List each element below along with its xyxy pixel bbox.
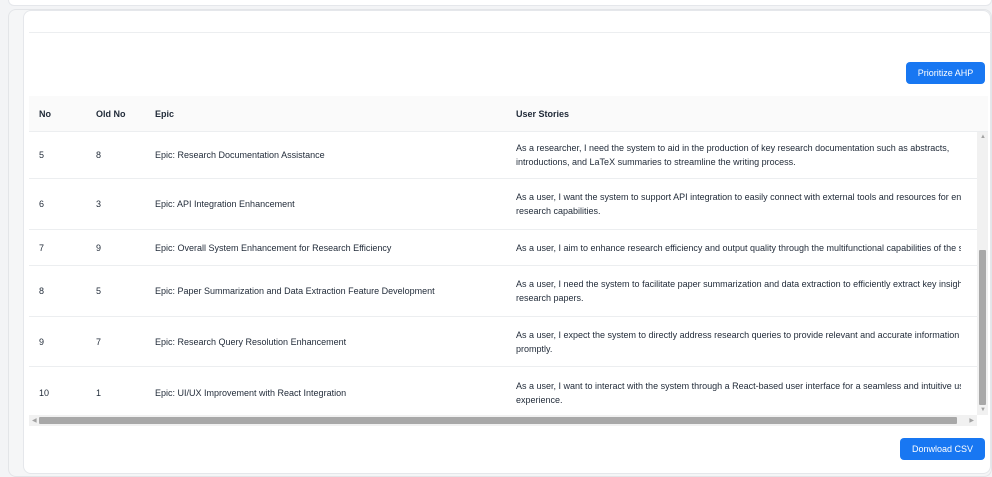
top-card xyxy=(8,0,992,6)
cell-old-no: 9 xyxy=(96,242,102,253)
header-no[interactable]: No xyxy=(39,96,89,132)
vertical-scroll-thumb[interactable] xyxy=(979,250,986,405)
caret-up-icon[interactable]: ▲ xyxy=(980,134,986,140)
user-stories-table: No Old No Epic User Stories 5 8 Epic: Re… xyxy=(29,96,988,428)
cell-old-no: 3 xyxy=(96,199,102,209)
cell-epic: Epic: UI/UX Improvement with React Integ… xyxy=(155,387,347,398)
story-line: research capabilities. xyxy=(516,206,601,216)
table-row[interactable]: 9 7 Epic: Research Query Resolution Enha… xyxy=(29,317,977,367)
cell-old-no: 1 xyxy=(96,387,102,398)
cell-no: 10 xyxy=(39,387,50,398)
cell-old-no: 5 xyxy=(96,286,102,296)
cell-user-story: As a user, I expect the system to direct… xyxy=(516,317,961,366)
horizontal-scroll-thumb[interactable] xyxy=(39,417,957,424)
table-row[interactable]: 6 3 Epic: API Integration Enhancement As… xyxy=(29,179,977,230)
cell-no: 9 xyxy=(39,336,45,347)
cell-user-story: As a researcher, I need the system to ai… xyxy=(516,132,961,178)
cell-epic: Epic: Research Documentation Assistance xyxy=(155,150,325,160)
cell-user-story: As a user, I want the system to support … xyxy=(516,179,961,229)
story-line: As a user, I need the system to facilita… xyxy=(516,279,961,289)
prioritize-ahp-button[interactable]: Prioritize AHP xyxy=(906,62,985,84)
cell-epic: Epic: Overall System Enhancement for Res… xyxy=(155,242,392,253)
cell-user-story: As a user, I want to interact with the s… xyxy=(516,367,961,415)
table-header: No Old No Epic User Stories xyxy=(29,96,988,132)
caret-right-icon[interactable]: ▶ xyxy=(969,417,974,424)
table-row[interactable]: 8 5 Epic: Paper Summarization and Data E… xyxy=(29,266,977,317)
header-epic[interactable]: Epic xyxy=(155,96,505,132)
horizontal-scrollbar[interactable]: ◀ ▶ xyxy=(29,415,977,426)
story-line: experience. xyxy=(516,394,563,405)
cell-epic: Epic: Research Query Resolution Enhancem… xyxy=(155,336,347,347)
vertical-scrollbar[interactable]: ▲ ▼ xyxy=(977,132,988,415)
story-line: research papers. xyxy=(516,293,584,303)
table-body[interactable]: 5 8 Epic: Research Documentation Assista… xyxy=(29,132,977,415)
caret-left-icon[interactable]: ◀ xyxy=(32,417,37,424)
cell-no: 6 xyxy=(39,199,45,209)
cell-user-story: As a user, I need the system to facilita… xyxy=(516,266,961,316)
table-row[interactable]: 5 8 Epic: Research Documentation Assista… xyxy=(29,132,977,179)
header-old-no[interactable]: Old No xyxy=(96,96,146,132)
story-line: promptly. xyxy=(516,343,553,354)
story-line: As a user, I want the system to support … xyxy=(516,192,961,202)
cell-user-story: As a user, I aim to enhance research eff… xyxy=(516,230,961,265)
cell-no: 5 xyxy=(39,150,45,160)
cell-old-no: 7 xyxy=(96,336,102,347)
story-line: As a user, I want to interact with the s… xyxy=(516,380,961,391)
header-user-stories[interactable]: User Stories xyxy=(516,96,961,132)
cell-old-no: 8 xyxy=(96,150,102,160)
cell-epic: Epic: Paper Summarization and Data Extra… xyxy=(155,286,435,296)
story-line: As a researcher, I need the system to ai… xyxy=(516,143,950,153)
caret-down-icon[interactable]: ▼ xyxy=(980,407,986,413)
divider xyxy=(29,32,991,33)
cell-epic: Epic: API Integration Enhancement xyxy=(155,199,295,209)
story-line: As a user, I expect the system to direct… xyxy=(516,329,960,340)
table-row[interactable]: 10 1 Epic: UI/UX Improvement with React … xyxy=(29,367,977,415)
story-line: As a user, I aim to enhance research eff… xyxy=(516,242,961,253)
cell-no: 8 xyxy=(39,286,45,296)
story-line: introductions, and LaTeX summaries to st… xyxy=(516,157,796,167)
download-csv-button[interactable]: Donwload CSV xyxy=(900,438,985,460)
table-row[interactable]: 7 9 Epic: Overall System Enhancement for… xyxy=(29,230,977,266)
cell-no: 7 xyxy=(39,242,45,253)
